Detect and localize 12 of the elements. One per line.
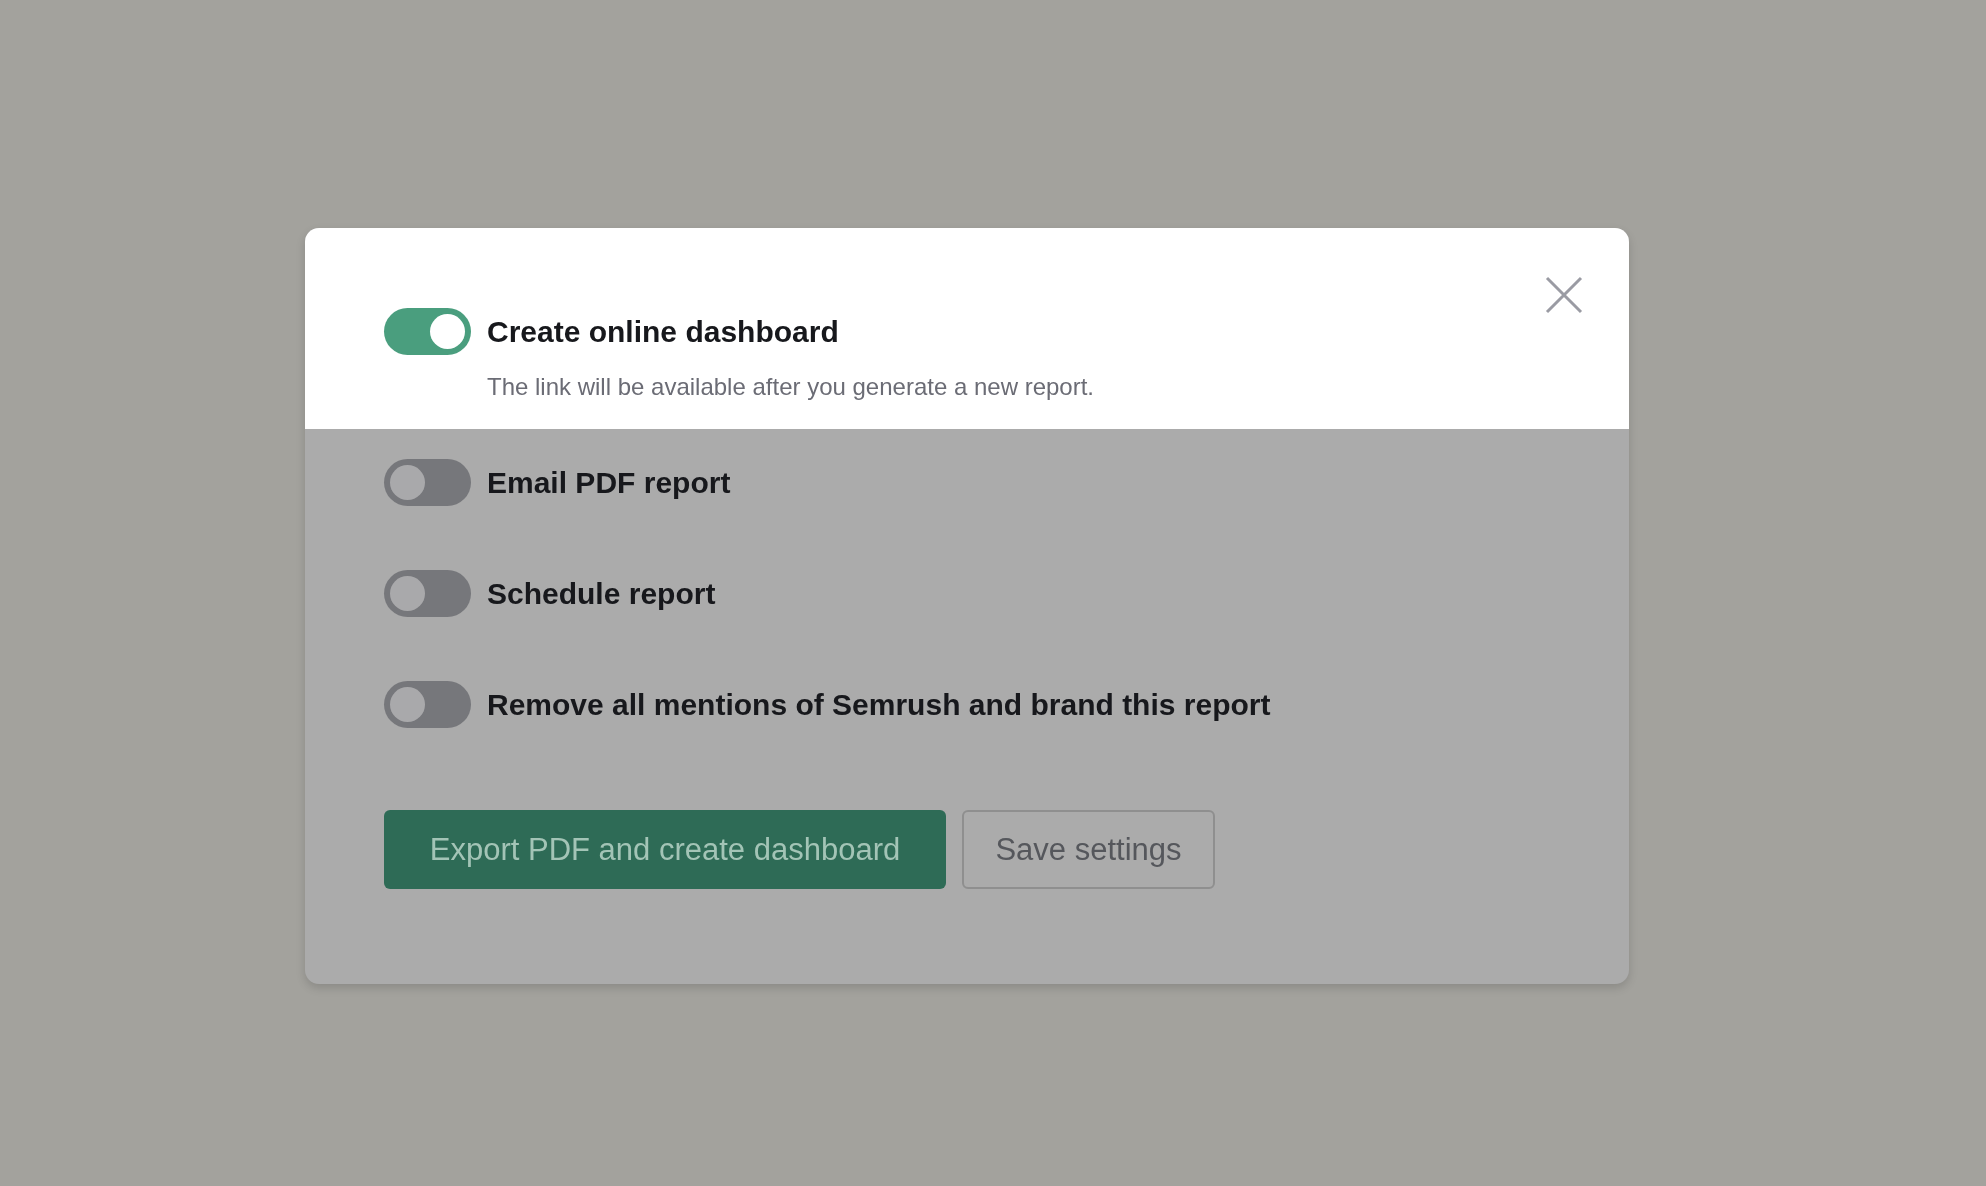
toggle-switch[interactable] — [384, 459, 471, 506]
option-label: Email PDF report — [487, 465, 731, 500]
option-label: Create online dashboard — [487, 314, 839, 349]
close-icon[interactable] — [1545, 276, 1583, 314]
toggle-switch[interactable] — [384, 308, 471, 355]
export-button[interactable]: Export PDF and create dashboard — [384, 810, 946, 889]
toggle-switch[interactable] — [384, 681, 471, 728]
toggle-switch[interactable] — [384, 570, 471, 617]
save-button[interactable]: Save settings — [962, 810, 1215, 889]
option-label: Schedule report — [487, 576, 716, 611]
option-label: Remove all mentions of Semrush and brand this report — [487, 687, 1271, 722]
option-description: The link will be available after you generate a new report. — [487, 373, 1095, 401]
